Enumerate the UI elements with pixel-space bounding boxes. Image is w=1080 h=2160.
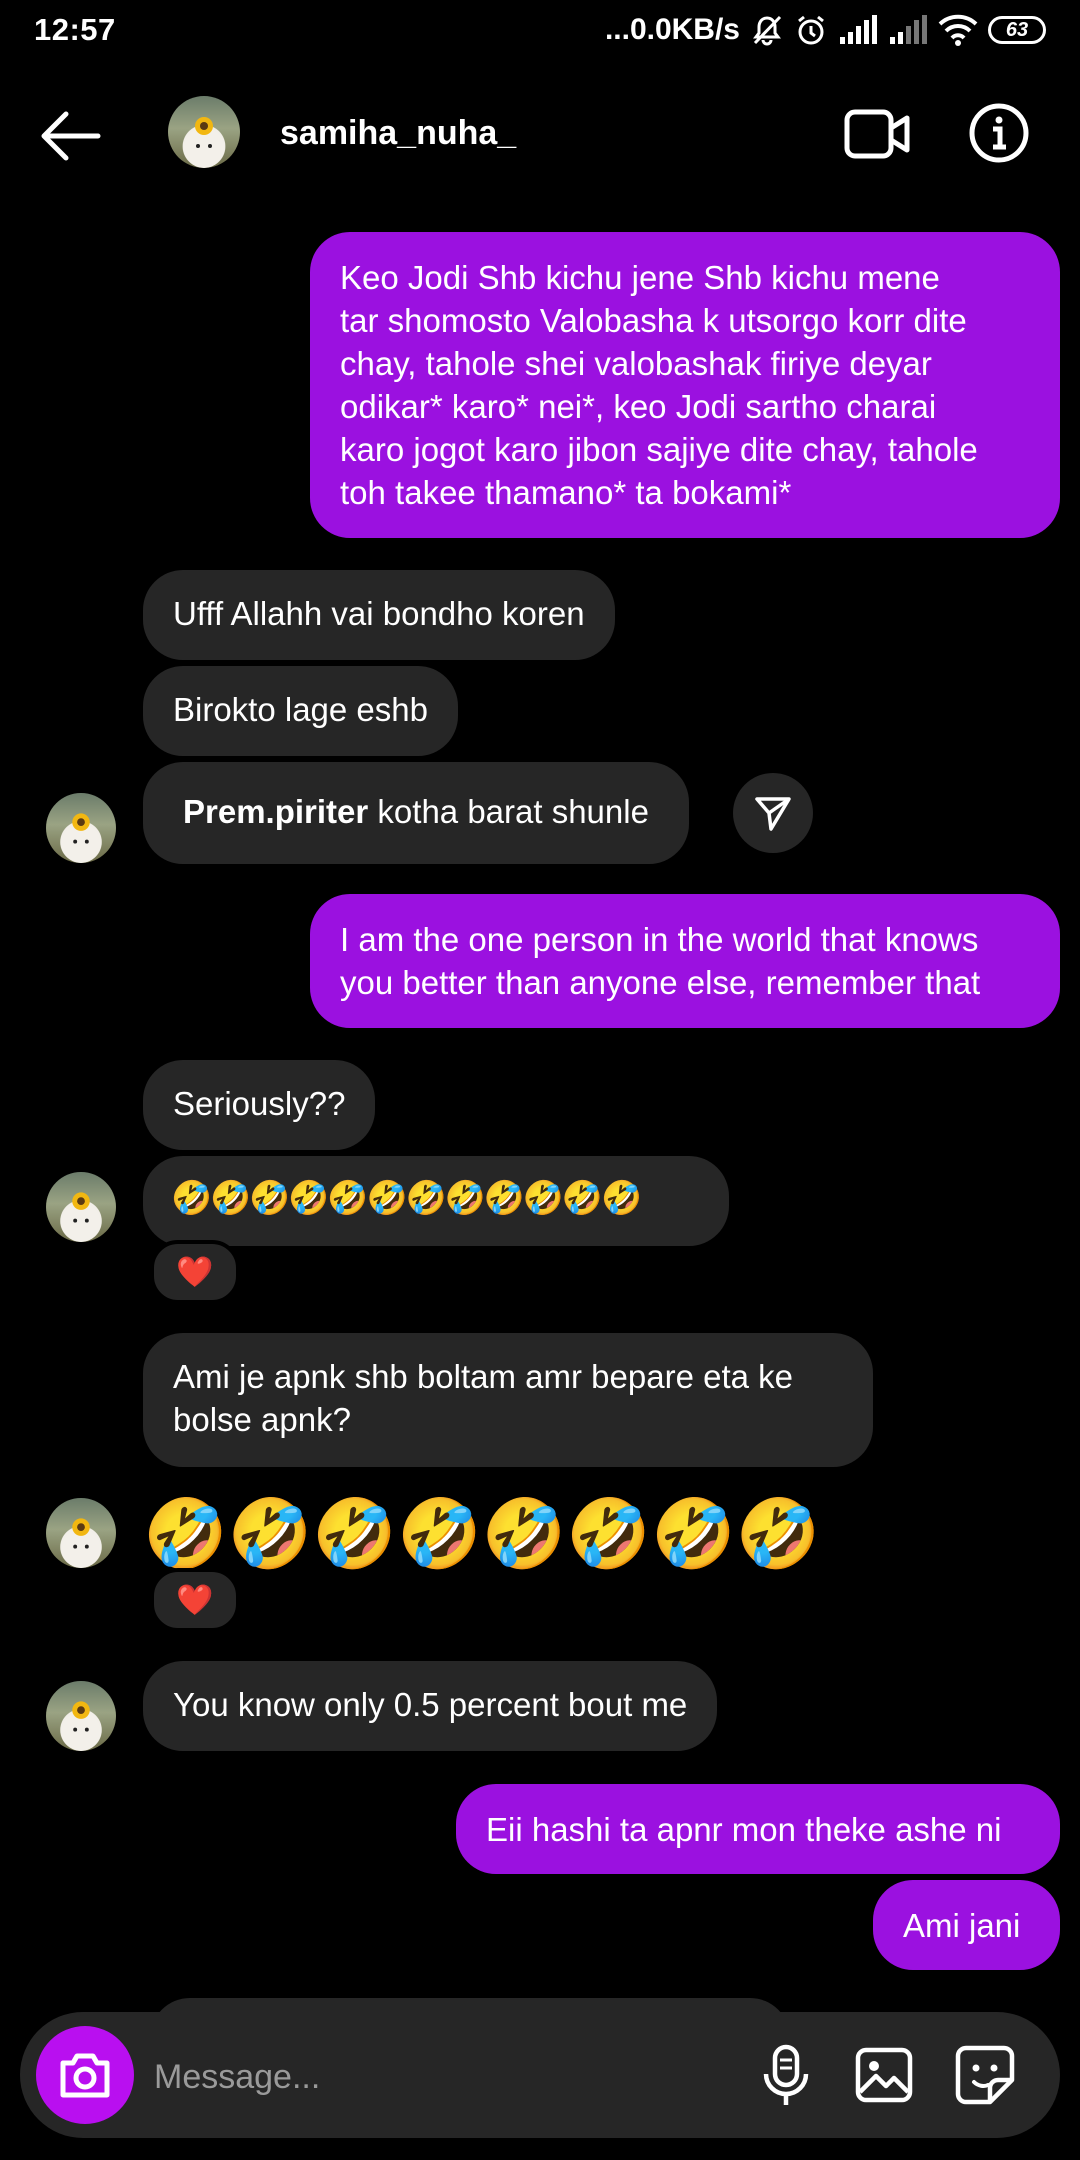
shared-post-message[interactable]: Prem.piriter kotha barat shunle xyxy=(143,762,689,864)
send-icon xyxy=(755,797,791,831)
sender-avatar[interactable] xyxy=(46,793,116,863)
camera-button[interactable] xyxy=(36,2026,134,2124)
back-arrow-icon[interactable] xyxy=(38,110,102,162)
chat-screen: 12:57 ...0.0KB/s 63 samiha_nuha_ Keo Jod… xyxy=(0,0,1080,2160)
status-time: 12:57 xyxy=(34,12,116,47)
status-bar: 12:57 ...0.0KB/s 63 xyxy=(0,0,1080,62)
share-button[interactable] xyxy=(733,773,813,853)
message-incoming[interactable]: Ami je apnk shb boltam amr bepare eta ke… xyxy=(143,1333,873,1467)
sender-avatar[interactable] xyxy=(46,1172,116,1242)
message-text: Ufff Allahh vai bondho koren xyxy=(173,595,585,632)
reaction-heart[interactable]: ❤️ xyxy=(150,1568,240,1632)
message-text: You know only 0.5 percent bout me xyxy=(173,1686,688,1723)
message-text: Birokto lage eshb xyxy=(173,691,428,728)
message-outgoing[interactable]: Eii hashi ta apnr mon theke ashe ni xyxy=(456,1784,1060,1874)
sticker-icon[interactable] xyxy=(954,2044,1016,2106)
signal-icon xyxy=(838,15,878,45)
message-text: Ami jani xyxy=(903,1907,1021,1944)
header-username[interactable]: samiha_nuha_ xyxy=(280,114,516,153)
sender-avatar[interactable] xyxy=(46,1498,116,1568)
microphone-icon[interactable] xyxy=(758,2044,814,2108)
message-text-bold: Prem.piriter xyxy=(183,793,369,830)
message-text: Ami je apnk shb boltam amr bepare eta ke… xyxy=(173,1358,793,1438)
message-incoming[interactable]: You know only 0.5 percent bout me xyxy=(143,1661,718,1751)
video-call-icon[interactable] xyxy=(844,106,910,162)
message-incoming[interactable]: Seriously?? xyxy=(143,1060,376,1150)
sender-avatar[interactable] xyxy=(46,1681,116,1751)
message-text: Keo Jodi Shb kichu jene Shb kichu mene t… xyxy=(340,259,978,511)
signal-weak-icon xyxy=(888,15,928,45)
message-text: kotha barat shunle xyxy=(368,793,649,830)
message-incoming[interactable]: 🤣🤣🤣🤣🤣🤣🤣🤣🤣🤣🤣🤣 xyxy=(143,1156,729,1246)
message-outgoing[interactable]: I am the one person in the world that kn… xyxy=(310,894,1060,1028)
message-incoming[interactable]: Birokto lage eshb xyxy=(143,666,458,756)
message-incoming[interactable]: Ufff Allahh vai bondho koren xyxy=(143,570,615,660)
message-composer xyxy=(20,2012,1060,2138)
message-input[interactable] xyxy=(152,2048,716,2106)
message-outgoing[interactable]: Ami jani xyxy=(873,1880,1060,1970)
info-icon[interactable] xyxy=(968,102,1030,164)
alarm-icon xyxy=(794,13,828,47)
message-text: I am the one person in the world that kn… xyxy=(340,921,981,1001)
message-text: Eii hashi ta apnr mon theke ashe ni xyxy=(486,1811,1002,1848)
message-text: Seriously?? xyxy=(173,1085,346,1122)
wifi-icon xyxy=(938,14,978,46)
gallery-icon[interactable] xyxy=(854,2046,914,2104)
header-avatar[interactable] xyxy=(168,96,240,168)
reaction-heart[interactable]: ❤️ xyxy=(150,1240,240,1304)
message-outgoing[interactable]: Keo Jodi Shb kichu jene Shb kichu mene t… xyxy=(310,232,1060,538)
network-speed: ...0.0KB/s xyxy=(604,13,740,46)
camera-icon xyxy=(60,2053,110,2098)
chat-header: samiha_nuha_ xyxy=(0,62,1080,212)
battery-icon: 63 xyxy=(988,16,1046,44)
message-emoji-large[interactable]: 🤣🤣🤣🤣🤣🤣🤣🤣 xyxy=(143,1494,820,1574)
status-icons: ...0.0KB/s 63 xyxy=(605,10,1046,50)
message-emoji: 🤣🤣🤣🤣🤣🤣🤣🤣🤣🤣🤣🤣 xyxy=(171,1179,642,1216)
mute-icon xyxy=(750,13,784,47)
